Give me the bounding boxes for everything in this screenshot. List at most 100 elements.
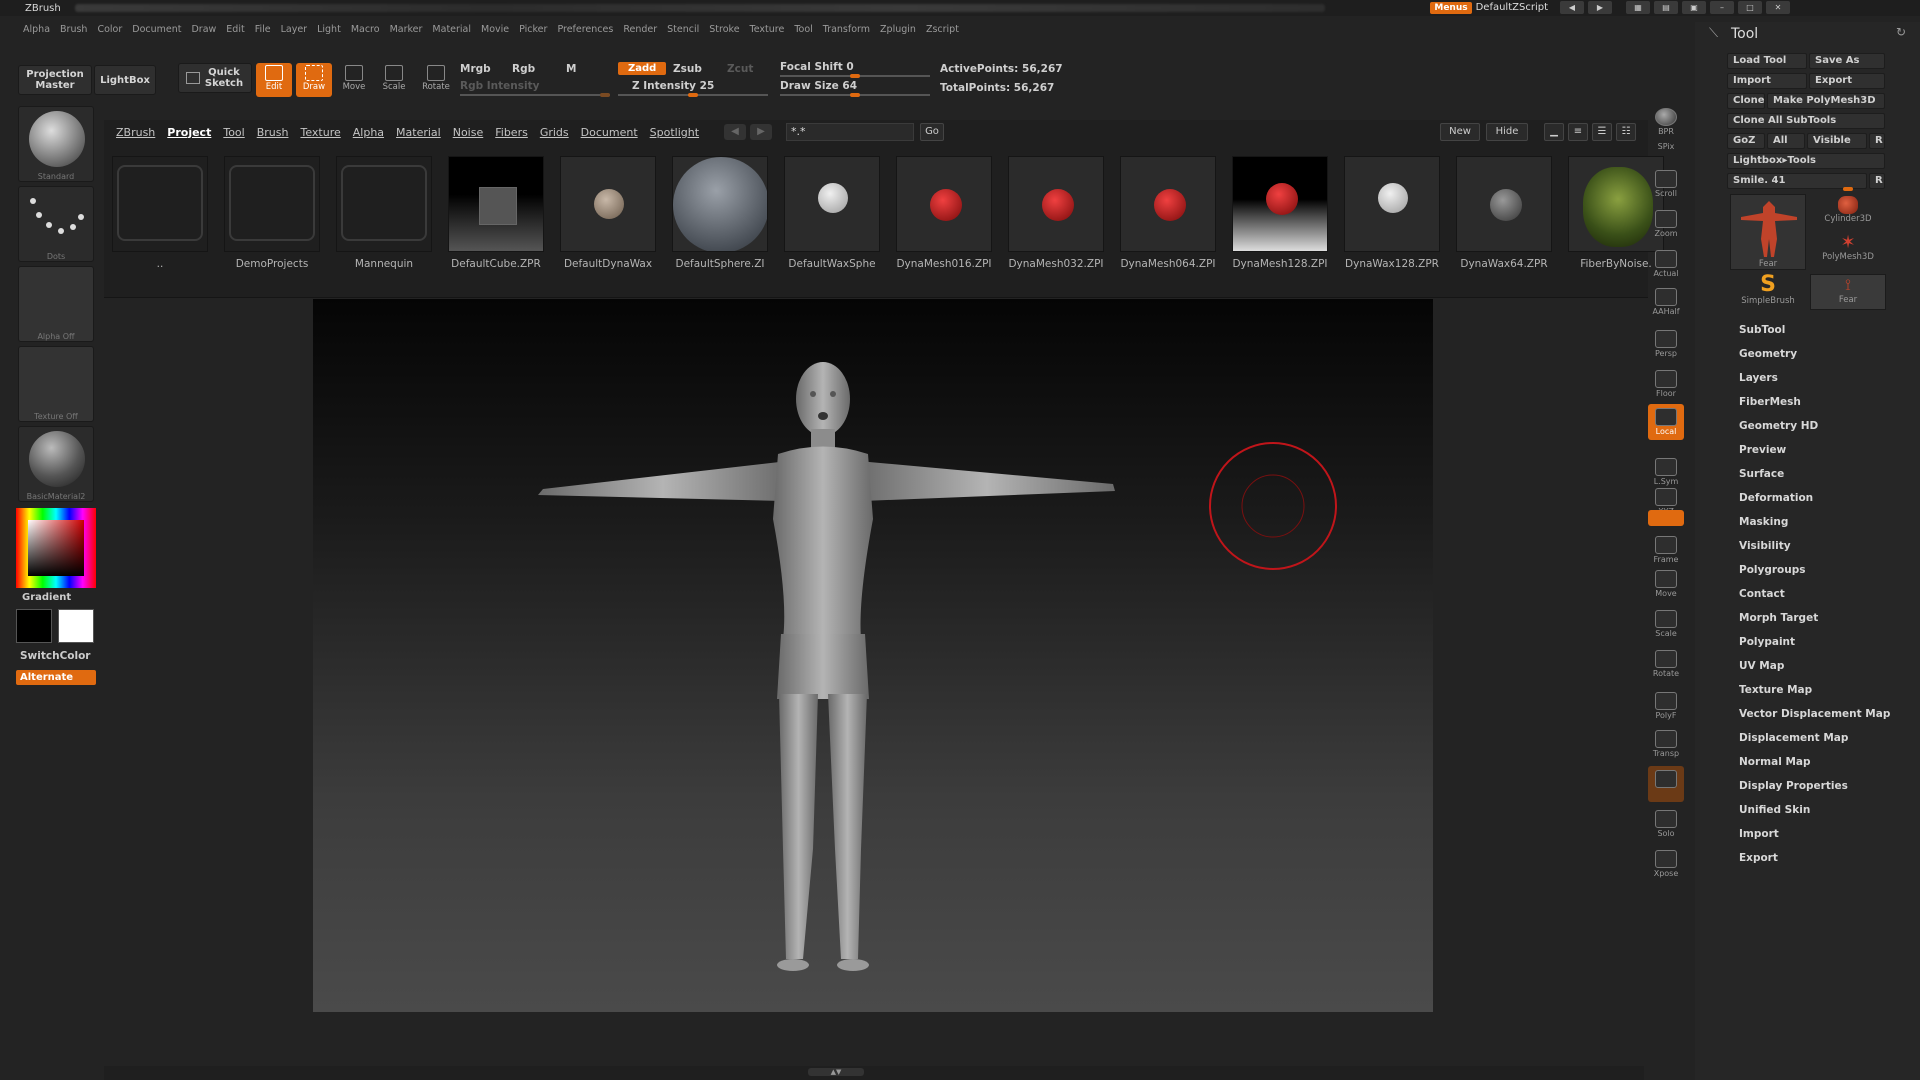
maximize-icon[interactable]: □ (1738, 1, 1762, 14)
edit-mode-button[interactable]: Edit (256, 63, 292, 97)
menu-texture[interactable]: Texture (745, 22, 790, 38)
tool-palette-refresh-icon[interactable]: ↻ (1896, 25, 1906, 39)
minimize-icon[interactable]: – (1710, 1, 1734, 14)
shelf-scroll-button[interactable]: Scroll (1648, 166, 1684, 202)
tool-section-surface[interactable]: Surface (1739, 468, 1784, 480)
shelf-actual-button[interactable]: Actual (1648, 246, 1684, 282)
clone-button[interactable]: Clone (1727, 93, 1765, 109)
layout2-icon[interactable]: ▤ (1654, 1, 1678, 14)
shelf-polyf-button[interactable]: PolyF (1648, 688, 1684, 724)
shelf-scale-button[interactable]: Scale (1648, 606, 1684, 642)
view-medium-icon[interactable]: ≡ (1568, 123, 1588, 141)
mrgb-button[interactable]: Mrgb (460, 63, 491, 75)
shelf-move-button[interactable]: Move (1648, 566, 1684, 602)
lightbox-tab-spotlight[interactable]: Spotlight (644, 126, 705, 139)
view-large-icon[interactable]: ☰ (1592, 123, 1612, 141)
lightbox-item[interactable]: DynaMesh128.ZPI (1232, 156, 1328, 270)
gradient-label[interactable]: Gradient (22, 592, 71, 603)
shelf-floor-button[interactable]: Floor (1648, 366, 1684, 402)
m-button[interactable]: M (566, 63, 576, 75)
menu-light[interactable]: Light (312, 22, 346, 38)
zcut-button[interactable]: Zcut (727, 63, 753, 75)
menu-stencil[interactable]: Stencil (662, 22, 704, 38)
rotate-mode-button[interactable]: Rotate (418, 63, 454, 97)
lightbox-item[interactable]: DefaultCube.ZPR (448, 156, 544, 270)
menu-material[interactable]: Material (427, 22, 476, 38)
shelf-solo-button[interactable]: Solo (1648, 806, 1684, 842)
script-label[interactable]: DefaultZScript (1476, 2, 1548, 13)
lightbox-next-icon[interactable]: ▶ (750, 124, 772, 140)
lightbox-item[interactable]: DynaMesh064.ZPI (1120, 156, 1216, 270)
draw-size-knob[interactable] (850, 93, 860, 97)
simplebrush-thumbnail[interactable]: S SimpleBrush (1730, 274, 1806, 310)
menu-macro[interactable]: Macro (346, 22, 385, 38)
menu-layer[interactable]: Layer (276, 22, 313, 38)
current-tool-r-button[interactable]: R (1869, 173, 1885, 189)
tool-section-unified-skin[interactable]: Unified Skin (1739, 804, 1810, 816)
lightbox-prev-icon[interactable]: ◀ (724, 124, 746, 140)
lightbox-item[interactable]: DynaWax64.ZPR (1456, 156, 1552, 270)
tool-section-layers[interactable]: Layers (1739, 372, 1778, 384)
tool-section-morph-target[interactable]: Morph Target (1739, 612, 1818, 624)
move-mode-button[interactable]: Move (336, 63, 372, 97)
cylinder3d-thumbnail[interactable]: Cylinder3D (1810, 194, 1886, 230)
load-tool-button[interactable]: Load Tool (1727, 53, 1807, 69)
canvas-viewport[interactable] (313, 299, 1433, 1012)
switch-color-button[interactable]: SwitchColor (20, 650, 91, 662)
bottom-expand-icon[interactable]: ▲▼ (808, 1068, 864, 1076)
shelf-frame-button[interactable]: Frame (1648, 532, 1684, 568)
shelf-transp-button[interactable]: Transp (1648, 726, 1684, 762)
tool-section-fibermesh[interactable]: FiberMesh (1739, 396, 1801, 408)
goz-r-button[interactable]: R (1869, 133, 1885, 149)
lightbox-item[interactable]: DefaultSphere.ZI (672, 156, 768, 270)
lightbox-item[interactable]: .. (112, 156, 208, 270)
close-icon[interactable]: ✕ (1766, 1, 1790, 14)
shelf-rotate-button[interactable]: Rotate (1648, 646, 1684, 682)
lightbox-item[interactable]: Mannequin (336, 156, 432, 270)
tool-section-geometry[interactable]: Geometry (1739, 348, 1797, 360)
menu-file[interactable]: File (250, 22, 276, 38)
tool-section-deformation[interactable]: Deformation (1739, 492, 1813, 504)
lightbox-tab-texture[interactable]: Texture (294, 126, 346, 139)
lightbox-tab-grids[interactable]: Grids (534, 126, 575, 139)
import-button[interactable]: Import (1727, 73, 1807, 89)
shelf-local-button[interactable]: Local (1648, 404, 1684, 440)
fear-thumbnail[interactable]: ⟟ Fear (1810, 274, 1886, 310)
scale-mode-button[interactable]: Scale (376, 63, 412, 97)
export-button[interactable]: Export (1809, 73, 1885, 89)
right-arrow-icon[interactable]: ▶ (1588, 1, 1612, 14)
lightbox-item[interactable]: DynaWax128.ZPR (1344, 156, 1440, 270)
menu-edit[interactable]: Edit (221, 22, 249, 38)
polymesh3d-thumbnail[interactable]: ✶ PolyMesh3D (1810, 234, 1886, 270)
tool-section-import[interactable]: Import (1739, 828, 1779, 840)
lightbox-button[interactable]: LightBox (94, 65, 156, 95)
brush-thumbnail[interactable]: Standard (18, 106, 94, 182)
lightbox-search-input[interactable]: *.* (786, 123, 914, 141)
rgb-intensity-knob[interactable] (600, 93, 610, 97)
shelf-xpose-button[interactable]: Xpose (1648, 846, 1684, 882)
draw-size-slider[interactable]: Draw Size 64 (780, 80, 857, 92)
menu-movie[interactable]: Movie (476, 22, 514, 38)
color-picker[interactable] (16, 508, 96, 588)
tool-section-subtool[interactable]: SubTool (1739, 324, 1785, 336)
lightbox-new-button[interactable]: New (1440, 123, 1480, 141)
goz-visible-button[interactable]: Visible (1807, 133, 1867, 149)
lightbox-item[interactable]: DynaMesh016.ZPI (896, 156, 992, 270)
texture-thumbnail[interactable]: Texture Off (18, 346, 94, 422)
menus-button[interactable]: Menus (1430, 1, 1472, 14)
menu-color[interactable]: Color (92, 22, 127, 38)
tool-section-geometry-hd[interactable]: Geometry HD (1739, 420, 1818, 432)
focal-shift-knob[interactable] (850, 74, 860, 78)
tool-section-polygroups[interactable]: Polygroups (1739, 564, 1806, 576)
menu-marker[interactable]: Marker (385, 22, 428, 38)
lightbox-item[interactable]: DefaultWaxSphe (784, 156, 880, 270)
tool-section-masking[interactable]: Masking (1739, 516, 1788, 528)
lightbox-tab-document[interactable]: Document (575, 126, 644, 139)
lightbox-hide-button[interactable]: Hide (1486, 123, 1528, 141)
lightbox-item[interactable]: DefaultDynaWax (560, 156, 656, 270)
view-small-icon[interactable]: ▁ (1544, 123, 1564, 141)
tool-section-vector-displacement-map[interactable]: Vector Displacement Map (1739, 708, 1890, 720)
menu-zplugin[interactable]: Zplugin (875, 22, 921, 38)
lightbox-tab-fibers[interactable]: Fibers (489, 126, 534, 139)
projection-master-button[interactable]: Projection Master (18, 65, 92, 95)
